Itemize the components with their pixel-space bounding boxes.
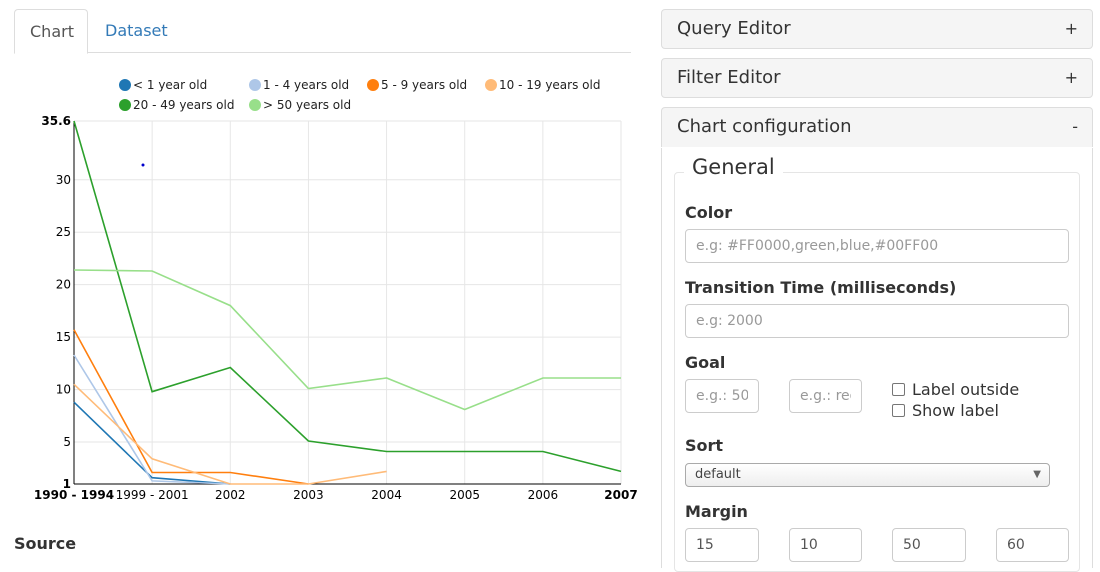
y-tick-label: 30 bbox=[56, 173, 71, 187]
x-tick-label: 2007 bbox=[604, 488, 637, 502]
show-label-option[interactable]: Show label bbox=[892, 401, 999, 420]
legend-swatch bbox=[249, 99, 261, 111]
x-tick-label: 2005 bbox=[449, 488, 480, 502]
chart-configuration-collapse-icon[interactable]: - bbox=[1072, 108, 1078, 146]
label-outside-option[interactable]: Label outside bbox=[892, 380, 1019, 399]
legend-label: 10 - 19 years old bbox=[499, 78, 600, 92]
label-outside-checkbox[interactable] bbox=[892, 383, 905, 396]
filter-editor-expand-icon[interactable]: + bbox=[1065, 59, 1078, 97]
legend-swatch bbox=[485, 79, 497, 91]
legend-label: 1 - 4 years old bbox=[263, 78, 349, 92]
show-label-checkbox[interactable] bbox=[892, 404, 905, 417]
chart-axes: 15101520253035.61990 - 1994 1999 - 2001 20… bbox=[34, 114, 638, 502]
x-tick-label: 2002 bbox=[215, 488, 246, 502]
line-chart: 15101520253035.61990 - 1994 1999 - 2001 20… bbox=[34, 78, 638, 502]
legend-label: < 1 year old bbox=[133, 78, 207, 92]
transition-time-label: Transition Time (milliseconds) bbox=[685, 278, 957, 297]
goal-label: Goal bbox=[685, 353, 726, 372]
tab-dataset[interactable]: Dataset bbox=[90, 9, 183, 53]
margin-right-input[interactable] bbox=[789, 528, 862, 562]
legend-label: 20 - 49 years old bbox=[133, 98, 234, 112]
dropdown-arrow-icon[interactable]: ▼ bbox=[1033, 464, 1041, 486]
y-tick-label: 5 bbox=[63, 435, 71, 449]
x-tick-label: 1990 - 1994 bbox=[34, 488, 114, 502]
source-text-cut bbox=[14, 557, 464, 565]
x-tick-label: 2006 bbox=[528, 488, 559, 502]
legend-swatch bbox=[249, 79, 261, 91]
chart-series bbox=[73, 120, 622, 485]
legend-swatch bbox=[367, 79, 379, 91]
transition-time-input[interactable] bbox=[685, 304, 1069, 338]
stray-point-marker bbox=[141, 163, 145, 167]
legend-label: > 50 years old bbox=[263, 98, 351, 112]
legend-label: 5 - 9 years old bbox=[381, 78, 467, 92]
margin-bottom-input[interactable] bbox=[892, 528, 966, 562]
series-line bbox=[73, 269, 621, 411]
show-label-text: Show label bbox=[912, 401, 999, 420]
query-editor-panel[interactable]: Query Editor + bbox=[661, 9, 1093, 49]
source-heading: Source bbox=[14, 534, 77, 553]
filter-editor-panel[interactable]: Filter Editor + bbox=[661, 58, 1093, 98]
y-tick-label: 20 bbox=[56, 278, 71, 292]
general-section-title: General bbox=[684, 155, 783, 179]
series-line bbox=[73, 120, 622, 473]
filter-editor-title: Filter Editor bbox=[677, 67, 781, 88]
margin-top-input[interactable] bbox=[685, 528, 759, 562]
query-editor-expand-icon[interactable]: + bbox=[1065, 10, 1078, 48]
margin-left-input[interactable] bbox=[996, 528, 1069, 562]
chart-configuration-panel[interactable]: Chart configuration - bbox=[661, 107, 1093, 147]
x-tick-label: 2003 bbox=[293, 488, 324, 502]
y-tick-label: 15 bbox=[56, 330, 71, 344]
y-tick-label: 10 bbox=[56, 383, 71, 397]
sort-select[interactable]: default ▼ bbox=[685, 463, 1050, 487]
chart-legend: < 1 year old 1 - 4 years old 5 - 9 years o… bbox=[119, 78, 600, 112]
sort-selected-value: default bbox=[695, 467, 741, 482]
goal-label-input[interactable] bbox=[789, 379, 862, 413]
sort-label: Sort bbox=[685, 436, 724, 455]
margin-label: Margin bbox=[685, 502, 748, 521]
goal-value-input[interactable] bbox=[685, 379, 759, 413]
chart-grid bbox=[74, 120, 622, 484]
x-tick-label: 1999 - 2001 bbox=[116, 488, 189, 502]
chart-configuration-title: Chart configuration bbox=[677, 116, 852, 137]
legend-swatch bbox=[119, 79, 131, 91]
y-tick-label: 35.6 bbox=[41, 114, 71, 128]
y-tick-label: 25 bbox=[56, 225, 71, 239]
color-input[interactable] bbox=[685, 229, 1069, 263]
color-label: Color bbox=[685, 203, 733, 222]
x-tick-label: 2004 bbox=[371, 488, 402, 502]
legend-swatch bbox=[119, 99, 131, 111]
label-outside-text: Label outside bbox=[912, 380, 1020, 399]
query-editor-title: Query Editor bbox=[677, 18, 791, 39]
tab-chart[interactable]: Chart bbox=[14, 9, 88, 54]
chart-tabs: Chart Dataset bbox=[14, 9, 631, 54]
